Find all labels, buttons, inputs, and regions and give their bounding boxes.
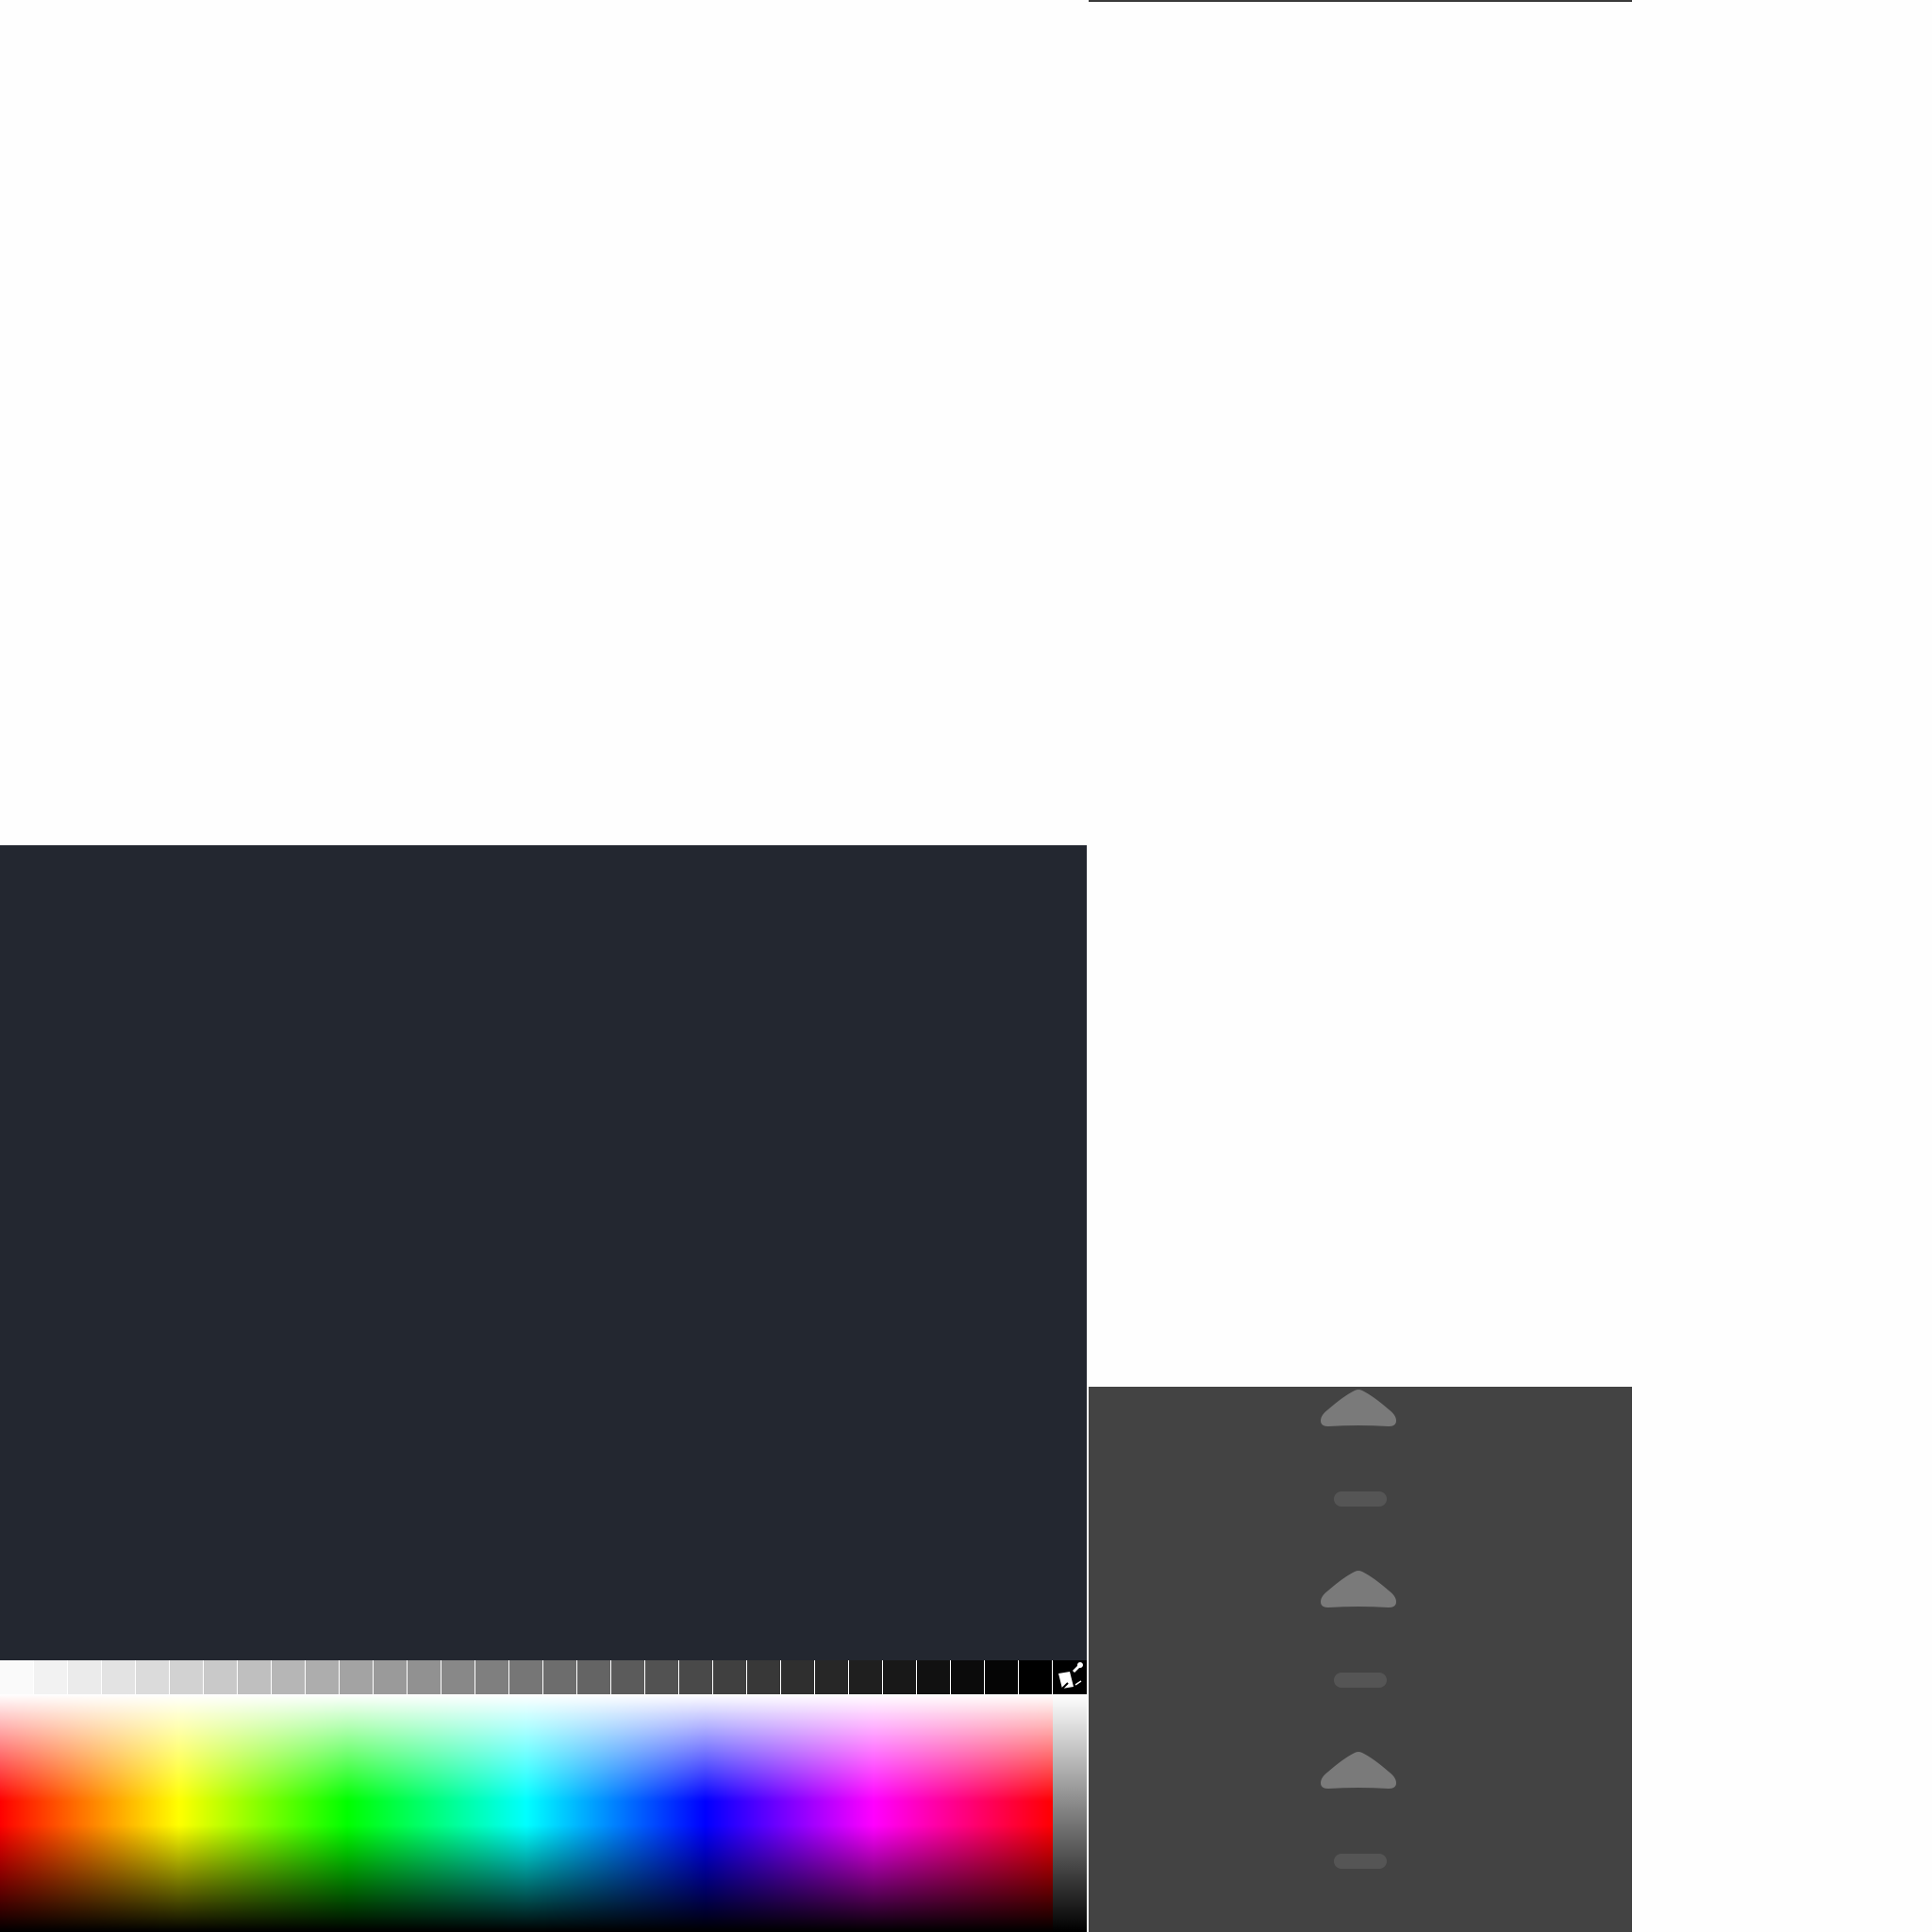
grayscale-swatch-strip — [0, 1660, 1053, 1694]
swatch[interactable] — [951, 1660, 985, 1694]
top-divider — [1089, 0, 1632, 2]
chevron-up-icon[interactable] — [1317, 1387, 1400, 1432]
dark-canvas-panel — [0, 845, 1087, 1660]
swatch[interactable] — [238, 1660, 272, 1694]
swatch[interactable] — [204, 1660, 238, 1694]
slider-panel — [1089, 1387, 1632, 1932]
swatch[interactable] — [340, 1660, 374, 1694]
swatch[interactable] — [849, 1660, 883, 1694]
dash-icon — [1334, 1491, 1387, 1507]
swatch[interactable] — [781, 1660, 815, 1694]
swatch[interactable] — [577, 1660, 611, 1694]
color-picker-button[interactable] — [1053, 1660, 1087, 1694]
swatch[interactable] — [645, 1660, 679, 1694]
swatch[interactable] — [747, 1660, 781, 1694]
swatch[interactable] — [408, 1660, 441, 1694]
swatch[interactable] — [985, 1660, 1019, 1694]
swatch[interactable] — [136, 1660, 170, 1694]
dash-icon — [1334, 1673, 1387, 1688]
swatch[interactable] — [611, 1660, 645, 1694]
swatch[interactable] — [102, 1660, 136, 1694]
swatch[interactable] — [68, 1660, 102, 1694]
brightness-slider[interactable] — [1053, 1694, 1087, 1932]
swatch[interactable] — [917, 1660, 951, 1694]
swatch[interactable] — [170, 1660, 204, 1694]
swatch[interactable] — [374, 1660, 408, 1694]
swatch[interactable] — [713, 1660, 747, 1694]
swatch[interactable] — [543, 1660, 577, 1694]
swatch[interactable] — [815, 1660, 849, 1694]
swatch[interactable] — [475, 1660, 509, 1694]
dash-icon — [1334, 1854, 1387, 1869]
chevron-up-icon[interactable] — [1317, 1568, 1400, 1613]
chevron-up-icon[interactable] — [1317, 1749, 1400, 1794]
swatch[interactable] — [883, 1660, 917, 1694]
swatch[interactable] — [306, 1660, 340, 1694]
swatch[interactable] — [441, 1660, 475, 1694]
swatch[interactable] — [679, 1660, 713, 1694]
swatch[interactable] — [0, 1660, 34, 1694]
swatch[interactable] — [1019, 1660, 1053, 1694]
swatch[interactable] — [34, 1660, 68, 1694]
hue-saturation-field[interactable] — [0, 1694, 1053, 1932]
swatch[interactable] — [272, 1660, 306, 1694]
color-picker-icon — [1058, 1662, 1083, 1690]
swatch[interactable] — [509, 1660, 543, 1694]
